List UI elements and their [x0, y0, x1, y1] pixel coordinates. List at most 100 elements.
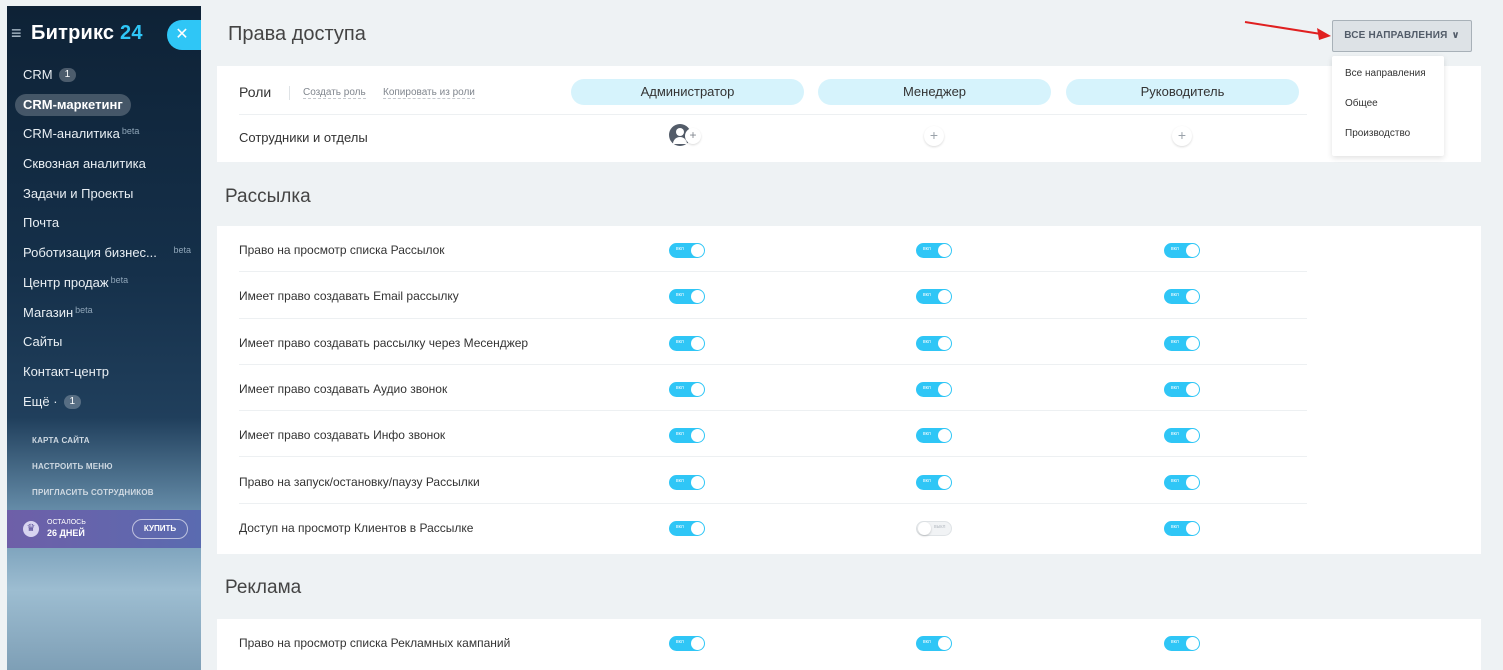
add-employee-icon[interactable]: + [1172, 126, 1192, 146]
toggle-knob [691, 429, 704, 443]
sidebar-item[interactable]: Сквозная аналитика [23, 153, 199, 183]
add-employee-icon[interactable]: + [924, 126, 944, 146]
toggle-knob [1186, 244, 1199, 257]
sidebar-item-label: Контакт-центр [23, 363, 110, 379]
toggle-state-label: вкл [923, 292, 931, 299]
toggle-knob [691, 290, 704, 304]
sidebar-item[interactable]: Задачи и Проекты [23, 183, 199, 213]
permission-label: Имеет право создавать Email рассылку [239, 289, 459, 304]
permission-toggle[interactable]: вкл [669, 289, 705, 305]
role-column-administrator[interactable]: Администратор [571, 79, 804, 105]
permission-toggle[interactable]: вкл [916, 381, 952, 397]
permission-toggle[interactable]: вкл [1164, 289, 1200, 305]
sidebar-item[interactable]: Роботизация бизнес... beta [23, 242, 199, 272]
toggle-state-label: вкл [1171, 338, 1179, 345]
toggle-knob [1186, 336, 1199, 350]
employees-label: Сотрудники и отделы [239, 130, 368, 145]
permission-row: Право на просмотр списка Рассылок вкл вкл в… [217, 226, 1307, 273]
toggle-state-label: вкл [923, 477, 931, 484]
permission-row: Имеет право создавать Аудио звонок вкл вкл… [217, 365, 1307, 412]
configure-menu-link[interactable]: НАСТРОИТЬ МЕНЮ [32, 462, 113, 471]
toggle-state-label: вкл [1171, 431, 1179, 438]
trial-banner: ♛ ОСТАЛОСЬ 26 ДНЕЙ КУПИТЬ [7, 510, 201, 548]
buy-button[interactable]: КУПИТЬ [132, 519, 188, 539]
toggle-knob [1186, 382, 1199, 396]
permission-toggle[interactable]: вкл [1164, 335, 1200, 351]
toggle-state-label: вкл [1171, 292, 1179, 299]
dropdown-item[interactable]: Общее [1332, 96, 1444, 126]
permission-toggle[interactable]: вкл [1164, 428, 1200, 444]
dropdown-item[interactable]: Все направления [1332, 66, 1444, 96]
toggle-state-label: вкл [1171, 639, 1179, 645]
sidebar-item[interactable]: CRM-маркетинг [15, 93, 199, 124]
permission-toggle[interactable]: вкл [916, 289, 952, 305]
permission-toggle[interactable]: вкл [669, 474, 705, 490]
sidebar-item[interactable]: Магазин beta [23, 302, 199, 332]
permission-toggle[interactable]: вкл [916, 243, 952, 258]
role-column-manager[interactable]: Менеджер [818, 79, 1051, 105]
role-column-director[interactable]: Руководитель [1066, 79, 1299, 105]
toggle-state-label: выкл [934, 523, 946, 530]
permission-toggle[interactable]: вкл [669, 335, 705, 351]
permission-label: Имеет право создавать Инфо звонок [239, 428, 446, 443]
toggle-knob [918, 521, 931, 535]
permission-toggle[interactable]: вкл [669, 381, 705, 397]
sidebar-item[interactable]: Центр продаж beta [23, 272, 199, 302]
close-sidebar-icon[interactable]: ✕ [167, 20, 201, 50]
toggle-knob [938, 382, 951, 396]
add-employee-icon[interactable]: + [685, 128, 701, 144]
toggle-knob [938, 475, 951, 489]
toggle-state-label: вкл [923, 431, 931, 438]
toggle-state-label: вкл [1171, 246, 1179, 252]
permission-toggle[interactable]: вкл [669, 243, 705, 258]
sidebar-item-label: CRM-аналитика [23, 126, 120, 142]
permission-toggle[interactable]: вкл [669, 636, 705, 651]
dropdown-item[interactable]: Производство [1332, 126, 1444, 156]
counter-badge: 1 [63, 394, 82, 409]
sidebar-item[interactable]: Сайты [23, 331, 199, 361]
chevron-down-icon: ∨ [1451, 30, 1460, 41]
logo[interactable]: Битрикс 24 [31, 22, 143, 45]
directions-dropdown: Все направления Общее Производство [1332, 56, 1444, 156]
copy-role-link[interactable]: Копировать из роли [383, 87, 475, 99]
permission-row: Имеет право создавать рассылку через Мес… [217, 319, 1307, 365]
sidebar-item[interactable]: CRM 1 [23, 64, 199, 94]
sidebar: ≡ Битрикс 24 ✕ CRM 1 CRM-маркетинг CRM-анал… [7, 6, 201, 670]
permission-toggle[interactable]: вкл [1164, 636, 1200, 651]
toggle-knob [938, 429, 951, 443]
permission-toggle[interactable]: выкл [916, 520, 952, 536]
invite-employees-link[interactable]: ПРИГЛАСИТЬ СОТРУДНИКОВ [32, 488, 154, 497]
sidebar-item[interactable]: Ещё · 1 [23, 391, 199, 421]
sitemap-link[interactable]: КАРТА САЙТА [32, 436, 90, 445]
beta-badge: beta [110, 274, 129, 285]
permission-toggle[interactable]: вкл [669, 520, 705, 536]
toggle-knob [691, 244, 704, 257]
permission-toggle[interactable]: вкл [1164, 381, 1200, 397]
toggle-knob [938, 244, 951, 257]
permission-toggle[interactable]: вкл [916, 636, 952, 651]
toggle-knob [1186, 429, 1199, 443]
toggle-state-label: вкл [676, 523, 684, 530]
permission-toggle[interactable]: вкл [1164, 243, 1200, 258]
menu-icon[interactable]: ≡ [11, 23, 22, 44]
directions-button[interactable]: ВСЕ НАПРАВЛЕНИЯ ∨ [1332, 20, 1472, 52]
divider [289, 86, 290, 100]
permission-toggle[interactable]: вкл [1164, 520, 1200, 536]
toggle-state-label: вкл [676, 431, 684, 438]
permission-row: Имеет право создавать Инфо звонок вкл вкл в… [217, 411, 1307, 458]
trial-text: ОСТАЛОСЬ 26 ДНЕЙ [47, 518, 86, 540]
sidebar-item-label: Магазин [23, 304, 74, 320]
sidebar-item[interactable]: Почта [23, 212, 199, 242]
create-role-link[interactable]: Создать роль [303, 87, 366, 99]
permission-toggle[interactable]: вкл [1164, 474, 1200, 490]
permission-toggle[interactable]: вкл [916, 335, 952, 351]
permission-toggle[interactable]: вкл [669, 428, 705, 444]
permission-label: Право на просмотр списка Рекламных кампа… [239, 636, 511, 650]
sidebar-item[interactable]: Контакт-центр [23, 361, 199, 391]
permission-toggle[interactable]: вкл [916, 474, 952, 490]
permission-toggle[interactable]: вкл [916, 428, 952, 444]
sidebar-item[interactable]: CRM-аналитика beta [23, 123, 199, 153]
sidebar-item-label: Центр продаж [23, 274, 109, 290]
toggle-state-label: вкл [676, 338, 684, 345]
roles-card: Роли Создать роль Копировать из роли Адм… [217, 66, 1481, 162]
